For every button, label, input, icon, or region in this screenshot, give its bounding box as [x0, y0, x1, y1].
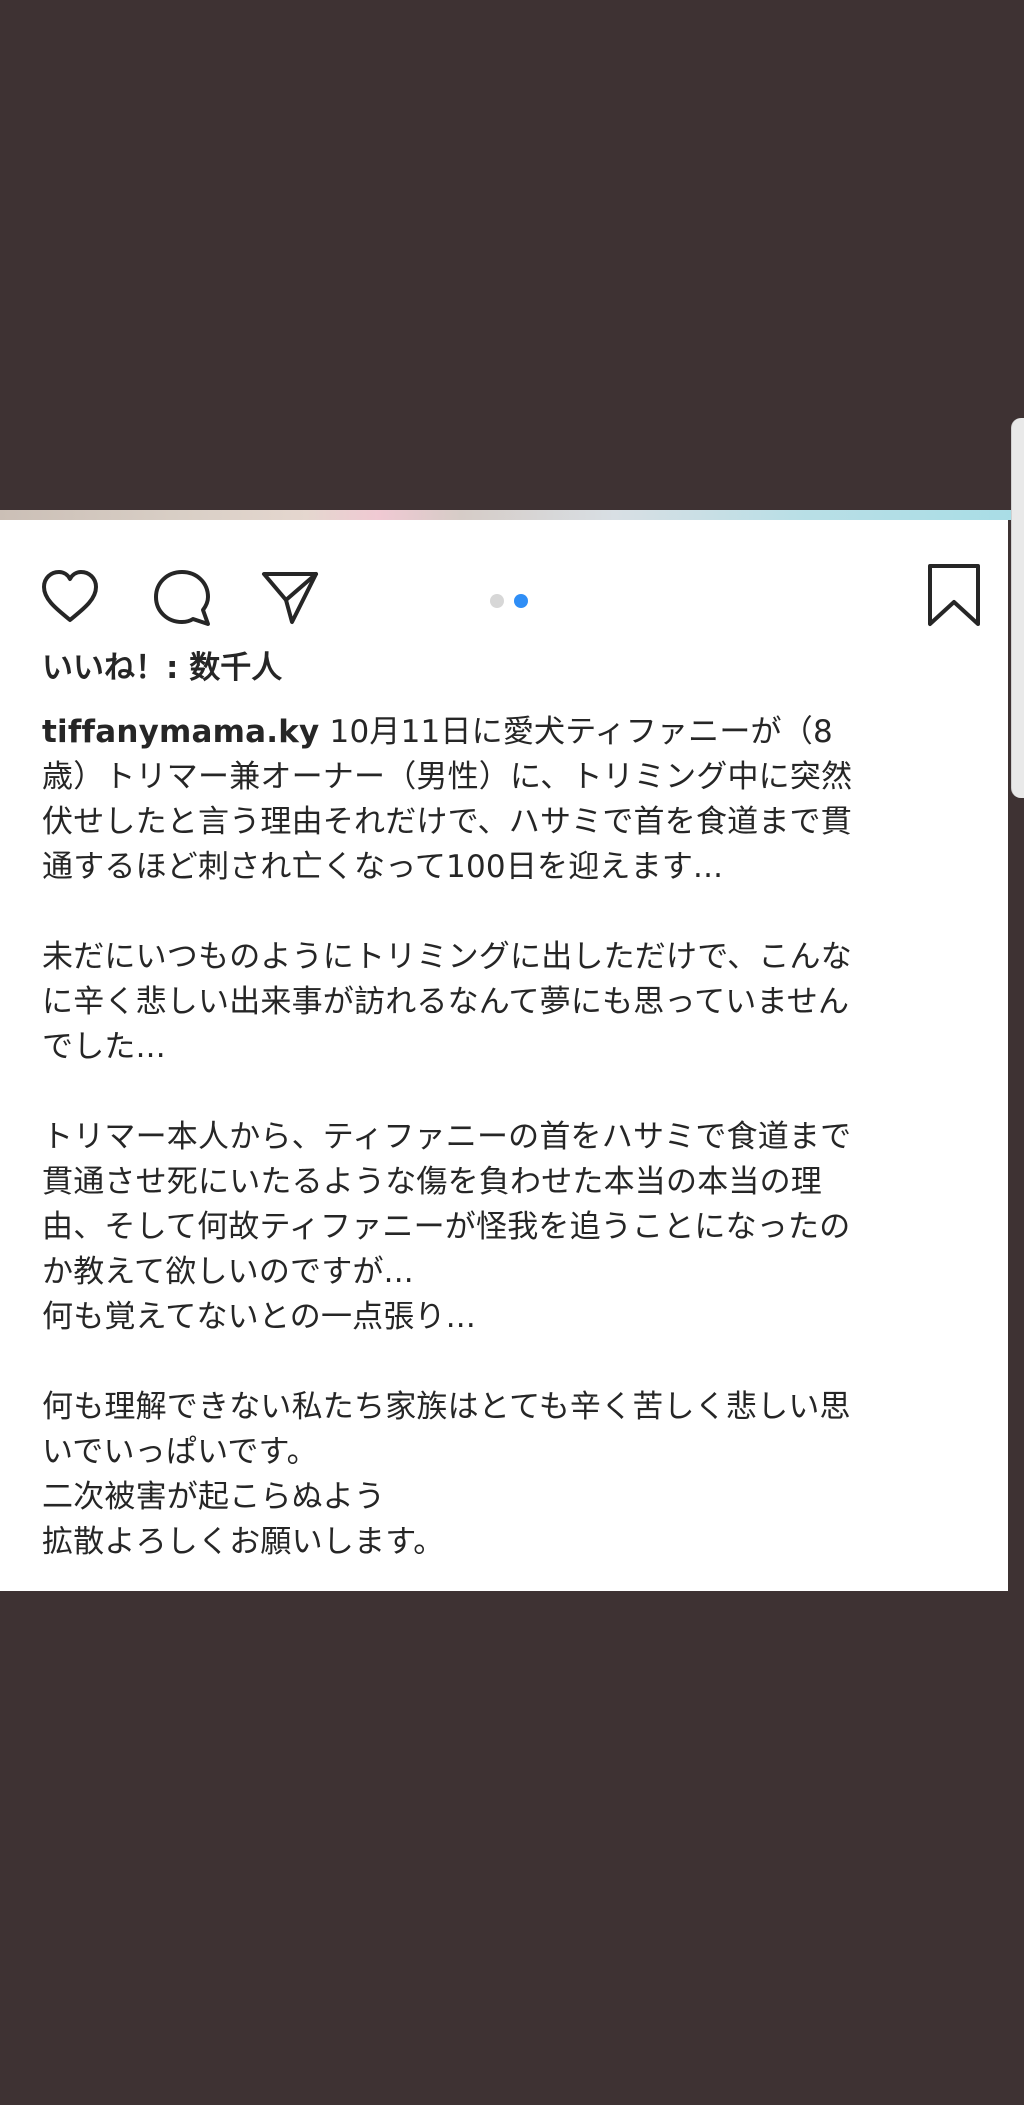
carousel-indicator [490, 594, 528, 608]
bookmark-icon[interactable] [926, 562, 982, 628]
caption-paragraph: tiffanymama.ky 10月11日に愛犬ティファニーが（8 歳）トリマー… [42, 710, 982, 890]
caption-line: トリマー本人から、ティファニーの首をハサミで食道まで [42, 1119, 852, 1155]
caption-line: tiffanymama.ky 10月11日に愛犬ティファニーが（8 [42, 710, 982, 755]
comment-icon[interactable] [150, 566, 214, 630]
caption-line: か教えて欲しいのですが... [42, 1254, 414, 1290]
caption-line: 何も覚えてないとの一点張り... [42, 1299, 476, 1335]
post-image-edge [0, 510, 1024, 520]
post-caption: tiffanymama.ky 10月11日に愛犬ティファニーが（8 歳）トリマー… [42, 710, 982, 1610]
caption-line: 由、そして何故ティファニーが怪我を追うことになったの [42, 1209, 851, 1245]
post-details-panel: いいね！: 数千人 tiffanymama.ky 10月11日に愛犬ティファニー… [0, 520, 1008, 1591]
caption-line: 未だにいつものようにトリミングに出しただけで、こんな [42, 939, 852, 975]
carousel-dot-active [514, 594, 528, 608]
caption-line: 何も理解できない私たち家族はとても辛く苦しく悲しい思 [42, 1389, 851, 1425]
caption-line: いでいっぱいです。 [42, 1434, 318, 1470]
caption-paragraph: 未だにいつものようにトリミングに出しただけで、こんな に辛く悲しい出来事が訪れる… [42, 935, 982, 1070]
screen-background-bottom [0, 1591, 1024, 2105]
caption-paragraph: 何も理解できない私たち家族はとても辛く苦しく悲しい思 いでいっぱいです。 二次被… [42, 1385, 982, 1565]
heart-icon[interactable] [38, 566, 102, 630]
post-action-bar [0, 560, 1008, 640]
likes-count[interactable]: いいね！: 数千人 [42, 651, 282, 685]
caption-line: 拡散よろしくお願いします。 [42, 1524, 445, 1560]
caption-line: 通するほど刺され亡くなって100日を迎えます... [42, 849, 724, 885]
caption-text: 10月11日に愛犬ティファニーが（8 [319, 714, 833, 750]
caption-line: 伏せしたと言う理由それだけで、ハサミで首を食道まで貫 [42, 804, 852, 840]
scrollbar-handle[interactable] [1011, 418, 1024, 798]
caption-line: 二次被害が起こらぬよう [42, 1479, 386, 1515]
caption-paragraph: トリマー本人から、ティファニーの首をハサミで食道まで 貫通させ死にいたるような傷… [42, 1115, 982, 1340]
carousel-dot [490, 594, 504, 608]
username-link[interactable]: tiffanymama.ky [42, 714, 319, 750]
caption-line: に辛く悲しい出来事が訪れるなんて夢にも思っていません [42, 984, 850, 1020]
caption-line: でした... [42, 1029, 166, 1065]
caption-line: 貫通させ死にいたるような傷を負わせた本当の本当の理 [42, 1164, 822, 1200]
share-icon[interactable] [258, 566, 322, 630]
caption-line: 歳）トリマー兼オーナー（男性）に、トリミング中に突然 [42, 759, 853, 795]
post-image-area [0, 0, 1024, 517]
